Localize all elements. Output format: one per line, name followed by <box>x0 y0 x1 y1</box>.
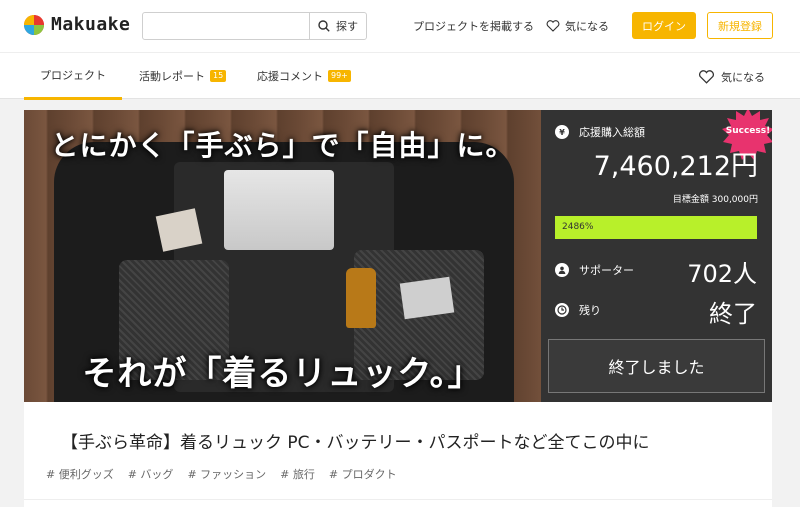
heart-icon <box>699 70 714 84</box>
project-ended-button[interactable]: 終了しました <box>548 339 765 393</box>
tab-activity-report-label: 活動レポート <box>139 70 205 83</box>
progress-bar: 2486% <box>555 216 757 239</box>
activity-count-badge: 15 <box>210 70 227 82</box>
total-amount: 7,460,212円 <box>593 151 758 182</box>
logo-icon <box>24 14 44 35</box>
total-label-row: ¥ 応援購入総額 <box>555 124 645 140</box>
project-main-image[interactable]: とにかく「手ぶら」で「自由」に。 それが「着るリュック。」 <box>24 110 541 402</box>
remaining-value: 終了 <box>709 300 757 328</box>
login-button[interactable]: ログイン <box>632 12 696 39</box>
tab-project-label: プロジェクト <box>40 69 106 82</box>
tag-list: # 便利グッズ # バッグ # ファッション # 旅行 # プロダクト <box>46 466 411 482</box>
header-favorite-link[interactable]: 気になる <box>546 18 609 34</box>
search-box: 探す <box>142 12 367 40</box>
tag-product[interactable]: # プロダクト <box>329 466 397 482</box>
tag-convenience-goods[interactable]: # 便利グッズ <box>46 466 114 482</box>
post-project-label: プロジェクトを掲載する <box>413 20 534 33</box>
laptop-photo <box>224 170 334 250</box>
tab-comments[interactable]: 応援コメント 99+ <box>257 53 351 99</box>
header-favorite-label: 気になる <box>565 20 609 33</box>
tab-favorite-label: 気になる <box>721 71 765 84</box>
clock-icon <box>555 303 569 317</box>
divider <box>24 499 772 500</box>
tab-project[interactable]: プロジェクト <box>24 53 122 100</box>
total-label: 応援購入総額 <box>579 126 645 139</box>
search-icon <box>318 20 330 32</box>
tab-activity-report[interactable]: 活動レポート 15 <box>139 53 227 99</box>
passport-photo <box>399 276 455 320</box>
tab-favorite-button[interactable]: 気になる <box>698 69 765 85</box>
tab-comments-label: 応援コメント <box>257 70 323 83</box>
comment-count-badge: 99+ <box>328 70 351 82</box>
hero-caption-top: とにかく「手ぶら」で「自由」に。 <box>50 129 515 162</box>
project-title: 【手ぶら革命】着るリュック PC・バッテリー・パスポートなど全てこの中に <box>61 433 650 453</box>
goal-amount: 目標金額 300,000円 <box>672 195 758 205</box>
site-header: Makuake 探す プロジェクトを掲載する 気になる ログイン 新規登録 <box>0 0 800 52</box>
makuake-logo[interactable]: Makuake <box>24 14 130 35</box>
supporters-count: 702人 <box>687 260 757 288</box>
post-project-link[interactable]: プロジェクトを掲載する <box>413 18 534 34</box>
progress-percent: 2486% <box>562 222 594 232</box>
logo-text: Makuake <box>51 14 131 35</box>
remaining-label: 残り <box>579 304 601 317</box>
remaining-row: 残り <box>555 302 601 318</box>
supporters-label: サポーター <box>579 264 634 277</box>
person-icon <box>555 263 569 277</box>
search-input[interactable] <box>143 13 309 39</box>
funding-panel: Success! ¥ 応援購入総額 7,460,212円 目標金額 300,00… <box>541 110 772 402</box>
project-info: 【手ぶら革命】着るリュック PC・バッテリー・パスポートなど全てこの中に # 便… <box>24 402 772 507</box>
tag-fashion[interactable]: # ファッション <box>187 466 266 482</box>
search-button-label: 探す <box>336 20 358 33</box>
hero-caption-bottom: それが「着るリュック。」 <box>82 354 483 394</box>
tag-bag[interactable]: # バッグ <box>128 466 174 482</box>
supporters-row: サポーター <box>555 262 634 278</box>
tag-travel[interactable]: # 旅行 <box>280 466 315 482</box>
project-tabs: プロジェクト 活動レポート 15 応援コメント 99+ 気になる <box>0 52 800 100</box>
bottle-photo <box>346 268 376 328</box>
register-button[interactable]: 新規登録 <box>707 12 773 39</box>
yen-icon: ¥ <box>555 125 569 139</box>
heart-icon <box>546 20 560 32</box>
success-badge-text: Success! <box>725 126 771 136</box>
search-button[interactable]: 探す <box>309 13 366 39</box>
